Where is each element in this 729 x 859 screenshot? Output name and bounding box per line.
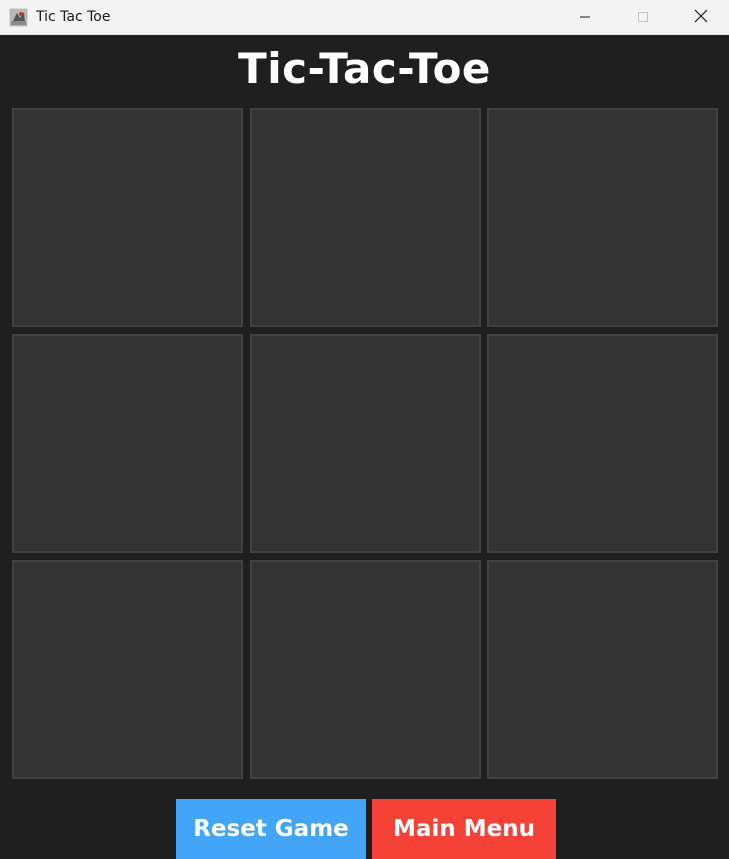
maximize-icon <box>637 8 649 27</box>
minimize-button[interactable] <box>556 0 614 35</box>
title-bar: Tic Tac Toe <box>0 0 729 35</box>
minimize-icon <box>579 8 591 27</box>
board-cell-4[interactable] <box>12 334 243 553</box>
maximize-button[interactable] <box>614 0 672 35</box>
page-title: Tic-Tac-Toe <box>238 44 491 93</box>
close-icon <box>694 8 708 27</box>
reset-game-button[interactable]: Reset Game <box>176 799 366 859</box>
board-cell-7[interactable] <box>12 560 243 779</box>
board-cell-9[interactable] <box>487 560 718 779</box>
main-menu-button[interactable]: Main Menu <box>372 799 556 859</box>
board-cell-2[interactable] <box>250 108 481 327</box>
close-button[interactable] <box>672 0 729 35</box>
board-cell-8[interactable] <box>250 560 481 779</box>
board-cell-6[interactable] <box>487 334 718 553</box>
window-title: Tic Tac Toe <box>36 9 111 25</box>
board-cell-1[interactable] <box>12 108 243 327</box>
board-cell-5[interactable] <box>250 334 481 553</box>
app-icon <box>9 8 28 27</box>
app-window: Tic Tac Toe Tic-Tac-Toe Reset Game Main … <box>0 0 729 859</box>
board-cell-3[interactable] <box>487 108 718 327</box>
